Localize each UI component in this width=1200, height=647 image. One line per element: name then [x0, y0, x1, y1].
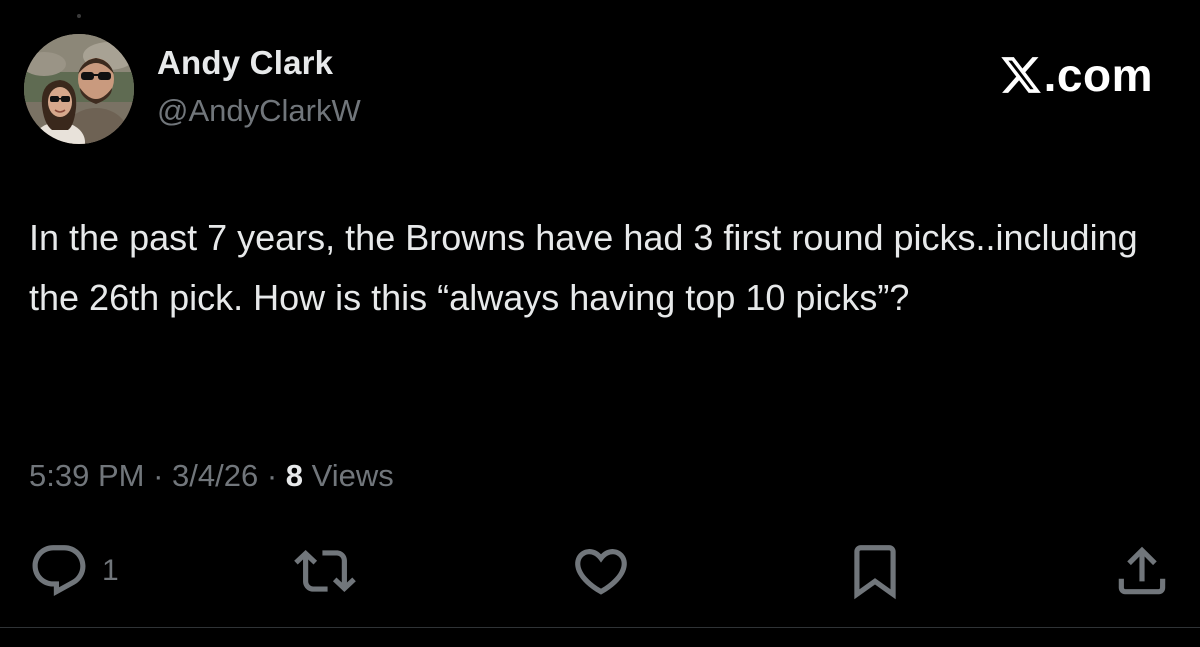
bookmark-button[interactable] — [844, 540, 906, 602]
bottom-divider — [0, 627, 1200, 628]
like-button[interactable] — [570, 540, 632, 602]
brand-suffix: .com — [1043, 49, 1153, 101]
tweet-time[interactable]: 5:39 PM — [29, 458, 144, 493]
retweet-icon — [294, 550, 356, 592]
retweet-button[interactable] — [294, 540, 356, 602]
views-label: Views — [311, 458, 394, 493]
reply-icon — [32, 545, 86, 597]
tweet-date[interactable]: 3/4/26 — [172, 458, 258, 493]
heart-icon — [575, 549, 627, 595]
avatar-photo — [24, 34, 134, 144]
share-icon — [1118, 546, 1166, 595]
author-handle[interactable]: @AndyClarkW — [157, 93, 361, 129]
decorative-dot — [77, 14, 81, 18]
tweet-meta: 5:39 PM · 3/4/26 · 8 Views — [29, 458, 394, 494]
avatar[interactable] — [24, 34, 134, 144]
action-bar: 1 — [0, 540, 1200, 600]
reply-button[interactable]: 1 — [28, 540, 119, 602]
tweet-text: In the past 7 years, the Browns have had… — [29, 217, 1138, 318]
share-button[interactable] — [1111, 540, 1173, 602]
meta-separator: · — [266, 458, 286, 493]
bookmark-icon — [854, 545, 896, 600]
reply-count: 1 — [102, 554, 119, 587]
x-logo-icon — [1000, 57, 1041, 93]
views-count: 8 — [285, 458, 304, 493]
brand-watermark: .com — [999, 52, 1153, 98]
author-display-name[interactable]: Andy Clark — [157, 44, 333, 82]
meta-separator: · — [153, 458, 173, 493]
